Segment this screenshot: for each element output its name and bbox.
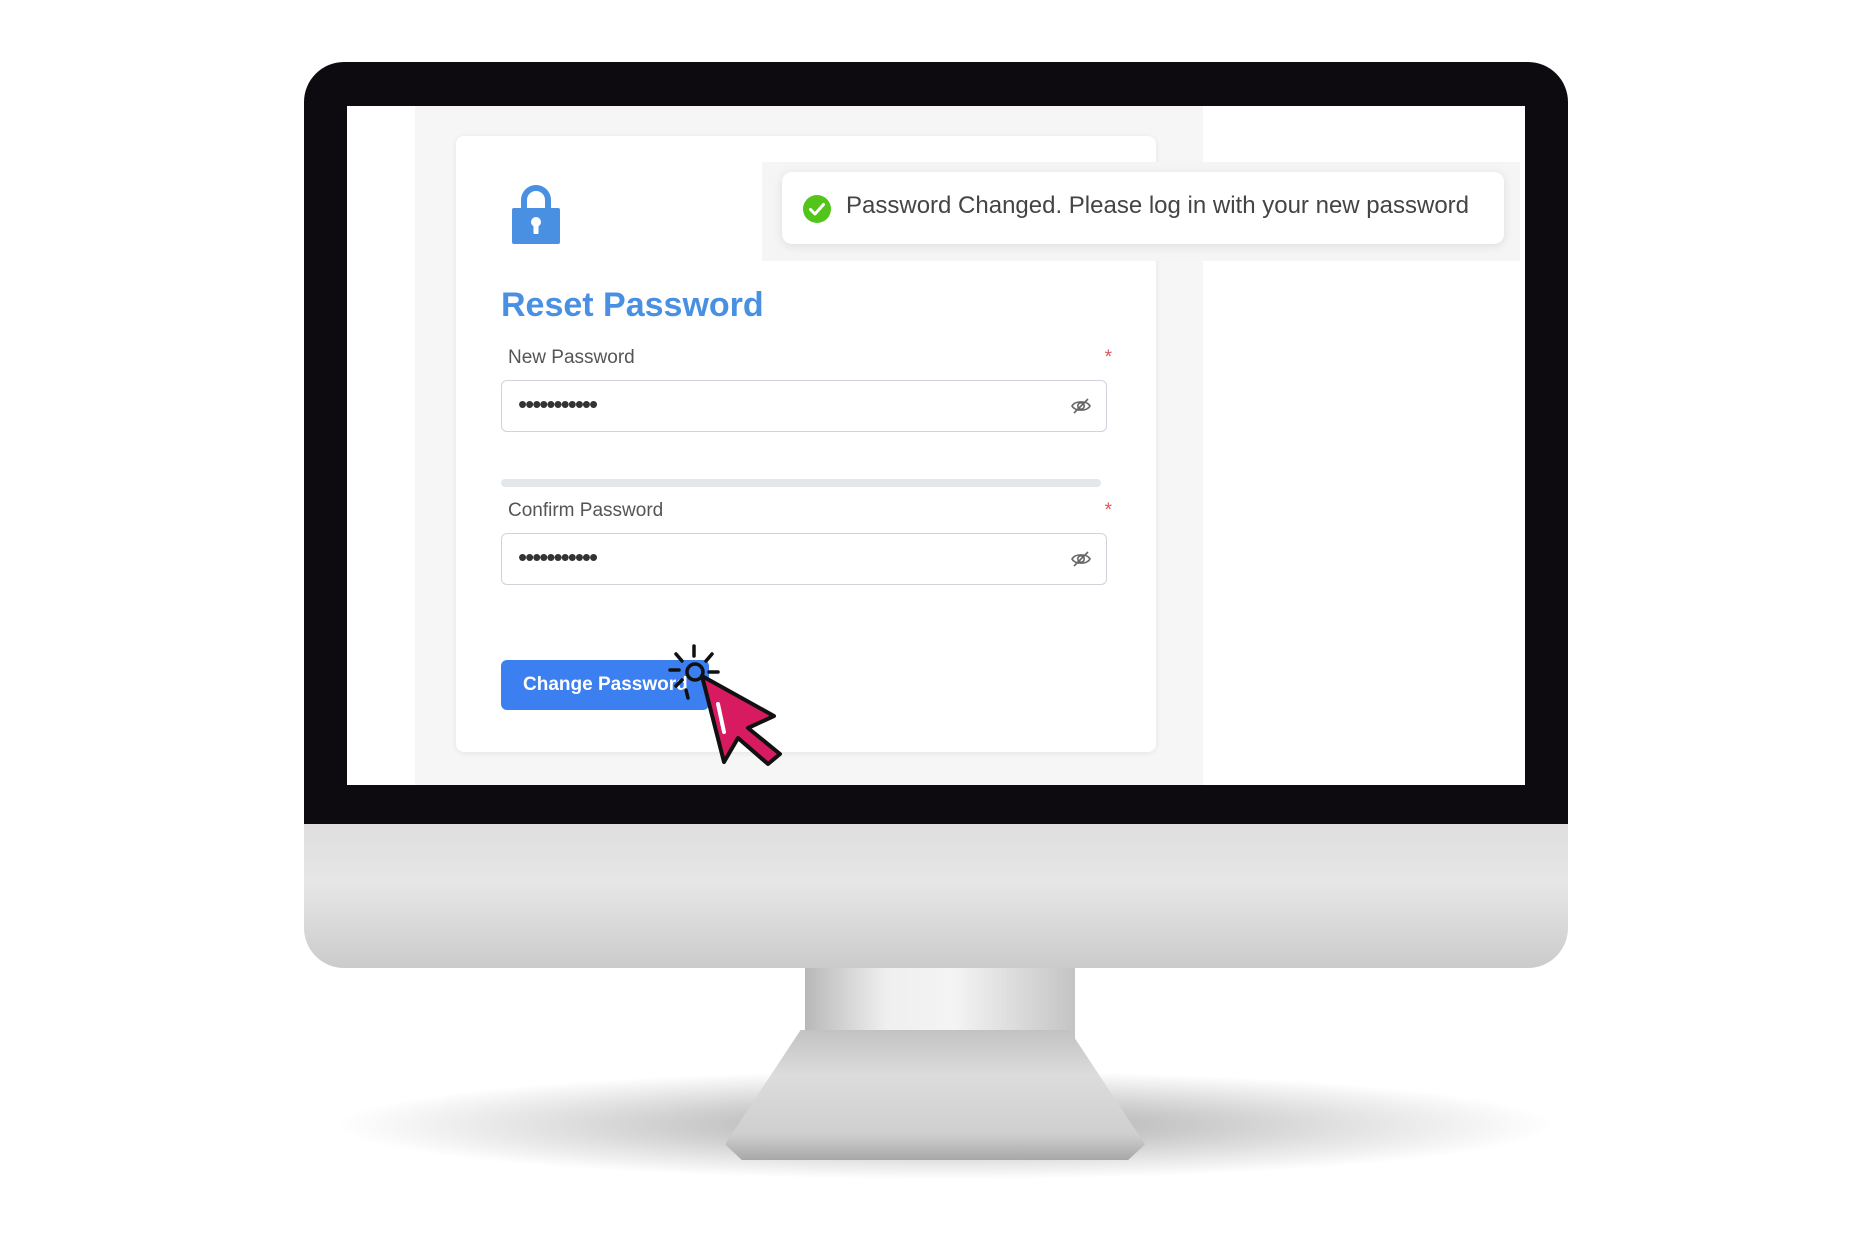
pointer-cursor-icon: [668, 644, 782, 766]
monitor-bezel: Reset Password New Password * ••••••••••…: [304, 62, 1568, 824]
toast-overlay: Password Changed. Please log in with you…: [762, 162, 1520, 261]
required-indicator: *: [1104, 347, 1112, 368]
required-indicator: *: [1104, 500, 1112, 521]
confirm-password-field[interactable]: •••••••••••: [501, 533, 1107, 585]
new-password-value: •••••••••••: [518, 389, 598, 419]
eye-slash-icon[interactable]: [1070, 395, 1092, 417]
monitor-stand-base: [725, 1030, 1145, 1160]
lock-icon: [512, 185, 560, 244]
monitor-screen: Reset Password New Password * ••••••••••…: [347, 106, 1525, 785]
check-circle-icon: [803, 195, 831, 223]
confirm-password-label: Confirm Password: [508, 500, 664, 521]
confirm-password-value: •••••••••••: [518, 542, 598, 572]
page-title: Reset Password: [501, 286, 764, 324]
monitor-stand-neck: [805, 960, 1075, 1040]
toast-message: Password Changed. Please log in with you…: [846, 192, 1470, 219]
new-password-field[interactable]: •••••••••••: [501, 380, 1107, 432]
eye-slash-icon[interactable]: [1070, 548, 1092, 570]
password-strength-bar: [501, 479, 1101, 487]
new-password-label: New Password: [508, 347, 635, 368]
success-toast: Password Changed. Please log in with you…: [782, 172, 1504, 244]
monitor-chin: [304, 800, 1568, 968]
